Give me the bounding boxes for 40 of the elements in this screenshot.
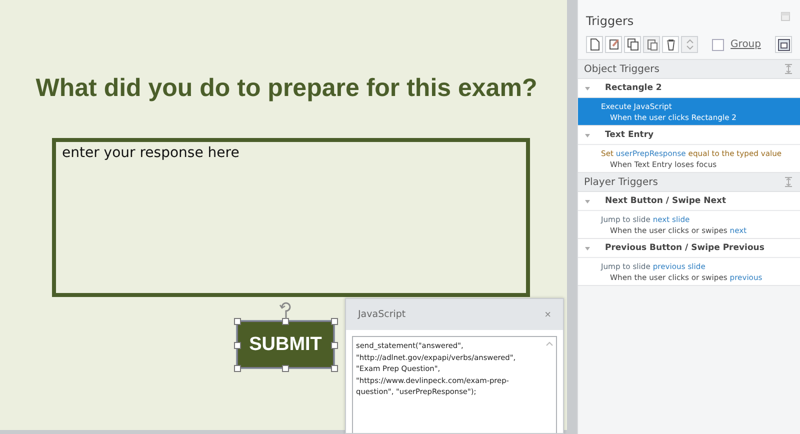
new-trigger-button[interactable] <box>586 36 603 53</box>
scroll-up-icon <box>546 341 553 346</box>
panel-title: Triggers <box>586 14 634 28</box>
paste-icon <box>646 38 658 51</box>
submit-button[interactable]: SUBMIT <box>237 321 334 368</box>
object-name: Text Entry <box>605 130 654 140</box>
group-checkbox[interactable] <box>712 38 724 50</box>
copy-icon <box>626 38 638 51</box>
delete-icon <box>664 38 676 51</box>
resize-handle[interactable] <box>234 342 241 349</box>
resize-handle[interactable] <box>282 318 289 325</box>
section-title: Player Triggers <box>584 176 658 188</box>
dialog-title: JavaScript <box>358 309 406 320</box>
object-name: Rectangle 2 <box>605 83 662 93</box>
resize-handle[interactable] <box>282 365 289 372</box>
resize-handle[interactable] <box>331 342 338 349</box>
text-entry-field[interactable]: enter your response here <box>52 138 530 297</box>
expand-caret-icon[interactable] <box>584 84 591 92</box>
expand-caret-icon[interactable] <box>584 198 591 204</box>
question-heading: What did you do to prepare for this exam? <box>34 74 538 103</box>
resize-handle[interactable] <box>331 365 338 372</box>
section-title: Object Triggers <box>584 64 660 74</box>
new-trigger-icon <box>588 38 600 51</box>
object-name: Next Button / Swipe Next <box>605 196 726 206</box>
variables-button[interactable] <box>775 36 792 53</box>
paste-button[interactable] <box>643 36 660 53</box>
up-down-icon <box>684 38 694 51</box>
expand-caret-icon[interactable] <box>584 132 591 138</box>
copy-button[interactable] <box>624 36 641 53</box>
delete-button[interactable] <box>662 36 679 53</box>
rotate-handle[interactable] <box>279 302 291 319</box>
variables-icon <box>778 38 790 50</box>
resize-handle[interactable] <box>331 318 338 325</box>
object-name: Previous Button / Swipe Previous <box>605 243 764 253</box>
edit-trigger-button[interactable] <box>605 36 622 53</box>
resize-handle[interactable] <box>234 318 241 325</box>
group-label: Group <box>730 39 761 50</box>
resize-handle[interactable] <box>234 365 241 372</box>
edit-trigger-icon <box>608 38 620 51</box>
expand-caret-icon[interactable] <box>584 244 591 252</box>
